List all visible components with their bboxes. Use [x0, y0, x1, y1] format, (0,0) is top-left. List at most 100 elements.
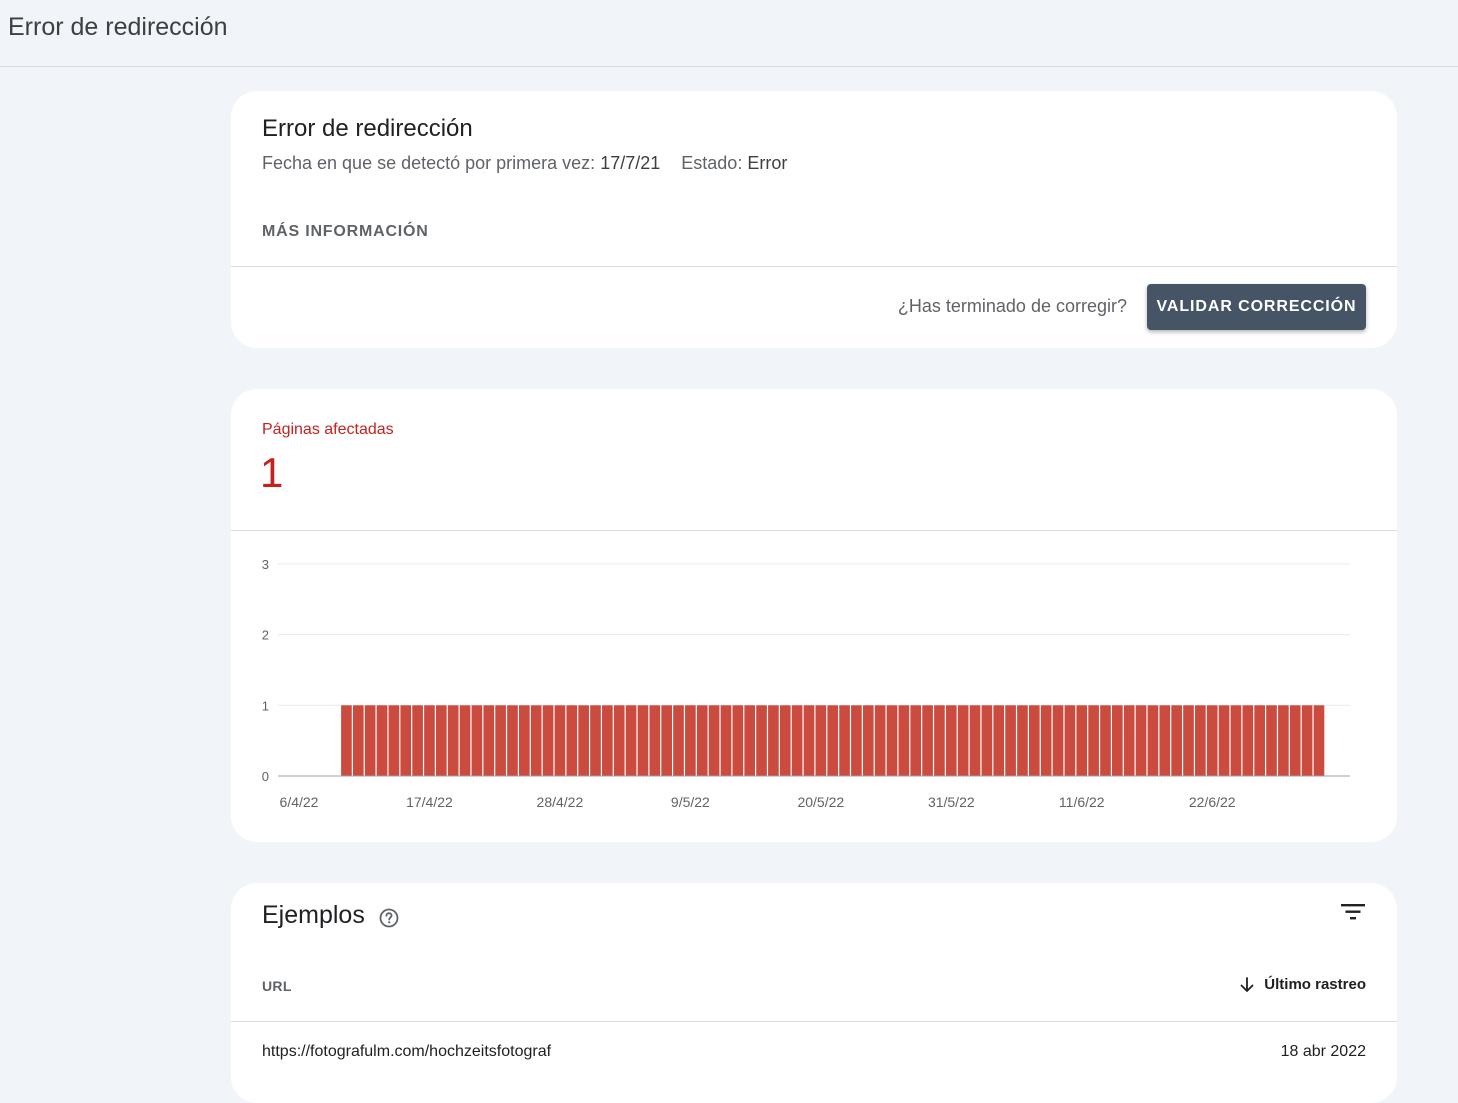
chart-bar [768, 705, 779, 776]
chart-bar [590, 705, 601, 776]
x-tick-label: 22/6/22 [1189, 794, 1236, 810]
chart-bar [945, 705, 957, 776]
table-row[interactable]: https://fotografulm.com/hochzeitsfotogra… [231, 1022, 1397, 1082]
chart-bar [993, 705, 1005, 776]
chart-bar [1112, 705, 1123, 776]
chart-bar [744, 705, 756, 776]
affected-pages-card: Páginas afectadas 1 0 1 2 3 6/4/22 17/4/22 28/… [231, 389, 1397, 842]
chart-bar [613, 705, 625, 776]
chart-bar [1135, 705, 1147, 776]
chart-bar [922, 705, 933, 776]
chart-bar [637, 705, 649, 776]
chart-bar [898, 705, 910, 776]
chart-bar [364, 705, 376, 776]
x-tick-label: 28/4/22 [537, 794, 584, 810]
chart-bar [1159, 705, 1171, 776]
chart-bar [1242, 705, 1254, 776]
chart-bar [1076, 705, 1088, 776]
examples-card: Ejemplos URL Último rastreo https://foto… [231, 883, 1397, 1103]
chart-bar [1183, 705, 1194, 776]
chart-bar [791, 705, 803, 776]
chart-bar [779, 705, 791, 776]
chart-bar [661, 705, 672, 776]
chart-bar [1171, 705, 1182, 776]
chart-bar [1028, 705, 1040, 776]
chart-bar [530, 705, 542, 776]
status-value: Error [747, 153, 788, 173]
chart-bar [625, 705, 637, 776]
chart-bar [1254, 705, 1265, 776]
chart-bar [376, 705, 388, 776]
affected-pages-chart: 0 1 2 3 6/4/22 17/4/22 28/4/22 9/5/22 20/5/22 31/… [262, 557, 1350, 810]
chart-bar [1206, 705, 1218, 776]
chart-bar [471, 705, 483, 776]
chart-bar [851, 705, 862, 776]
chart-bar [1301, 705, 1313, 776]
help-icon[interactable] [379, 908, 399, 928]
chart-bar [981, 705, 993, 776]
chart-bar [483, 705, 495, 776]
chart-bar [1289, 705, 1301, 776]
x-tick-label: 11/6/22 [1059, 794, 1105, 810]
chart-bar [1147, 705, 1159, 776]
chart-bar [957, 705, 969, 776]
column-header-url[interactable]: URL [262, 978, 292, 994]
more-info-link[interactable]: MÁS INFORMACIÓN [262, 223, 429, 241]
chart-bar [708, 705, 720, 776]
chart-bar [874, 705, 886, 776]
column-header-last-crawl[interactable]: Último rastreo [1240, 976, 1366, 993]
y-tick-label: 1 [262, 698, 269, 713]
filter-icon[interactable] [1341, 903, 1365, 921]
fix-question: ¿Has terminado de corregir? [897, 296, 1127, 316]
validate-fix-button[interactable]: VALIDAR CORRECCIÓN [1147, 284, 1366, 330]
row-url[interactable]: https://fotografulm.com/hochzeitsfotogra… [262, 1043, 551, 1061]
chart-bar [435, 705, 447, 776]
chart-bar [1123, 705, 1135, 776]
first-detected-label: Fecha en que se detectó por primera vez: [262, 153, 596, 173]
x-tick-label: 9/5/22 [671, 794, 710, 810]
chart-bar [685, 705, 696, 776]
chart-bar [388, 705, 400, 776]
y-tick-label: 0 [262, 769, 269, 784]
x-tick-label: 6/4/22 [280, 794, 319, 810]
x-tick-label: 31/5/22 [928, 794, 975, 810]
chart-bar [507, 705, 518, 776]
chart-bar [1230, 705, 1242, 776]
chart-bar [400, 705, 412, 776]
chart-bar [1266, 705, 1277, 776]
chart-bar [578, 705, 589, 776]
chart-bar [1195, 705, 1206, 776]
chart-bar [602, 705, 613, 776]
chart-bar [412, 705, 423, 776]
chart-bar [1278, 705, 1289, 776]
issue-title: Error de redirección [262, 115, 473, 142]
x-tick-label: 17/4/22 [406, 794, 453, 810]
page-title: Error de redirección [8, 13, 228, 41]
chart-bar [1218, 705, 1230, 776]
chart-bar [554, 705, 566, 776]
chart-bar [1052, 705, 1064, 776]
chart-bar [649, 705, 661, 776]
status-label: Estado: [681, 153, 743, 173]
chart-bar [732, 705, 744, 776]
chart-bar [969, 705, 981, 776]
y-tick-label: 2 [262, 628, 269, 643]
chart-bar [1005, 705, 1016, 776]
chart-bar [673, 705, 684, 776]
issue-meta: Fecha en que se detectó por primera vez:… [262, 153, 787, 174]
x-tick-label: 20/5/22 [797, 794, 844, 810]
top-bar: Error de redirección [0, 0, 1458, 67]
chart-bar [934, 705, 945, 776]
divider [231, 266, 1397, 267]
chart-bar [424, 705, 435, 776]
chart-bar [696, 705, 708, 776]
arrow-down-icon [1240, 976, 1254, 992]
issue-details-card: Error de redirección Fecha en que se det… [231, 91, 1397, 348]
chart-bar [815, 705, 827, 776]
chart-bar [341, 705, 352, 776]
column-header-last-crawl-label: Último rastreo [1264, 976, 1366, 993]
chart-bar [1088, 705, 1099, 776]
chart-bar [862, 705, 874, 776]
chart-bar [1040, 705, 1052, 776]
chart-bar [566, 705, 578, 776]
